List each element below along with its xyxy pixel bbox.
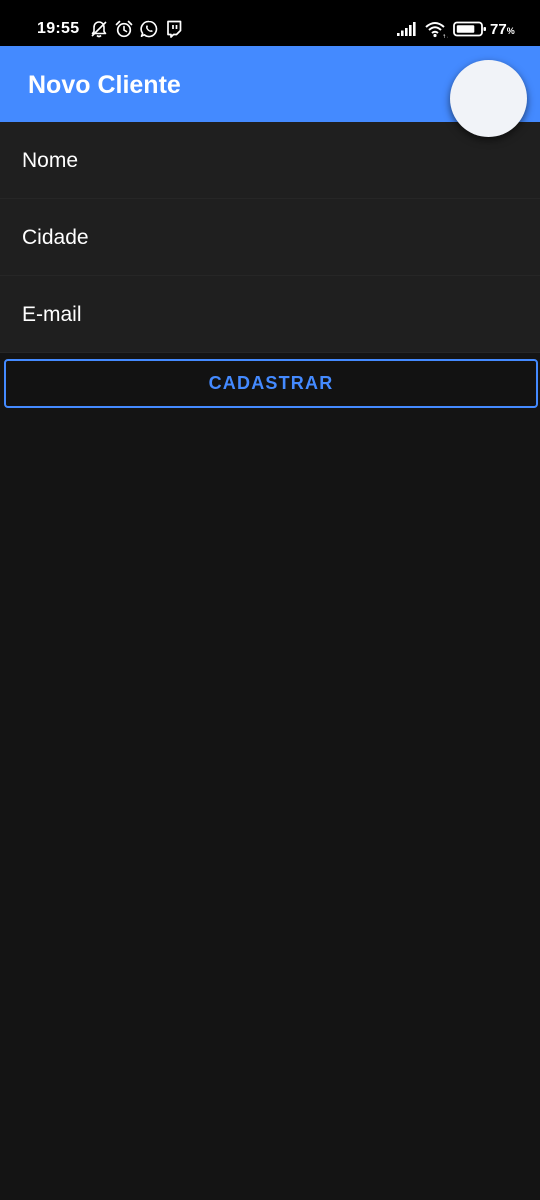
- twitch-icon: [167, 20, 182, 38]
- page-title: Novo Cliente: [28, 71, 181, 99]
- name-field[interactable]: Nome: [0, 122, 540, 199]
- status-time: 19:55: [37, 20, 80, 37]
- battery-percent-value: 77: [490, 21, 507, 38]
- alarm-icon: [115, 20, 133, 38]
- battery-percent: 77%: [490, 20, 515, 41]
- signal-icon: [397, 22, 416, 36]
- muted-alarm-icon: [91, 21, 107, 38]
- wifi-icon: ↑↓: [425, 22, 448, 39]
- register-button[interactable]: CADASTRAR: [4, 359, 538, 408]
- email-field[interactable]: E-mail: [0, 276, 540, 353]
- svg-text:↑↓: ↑↓: [442, 34, 448, 39]
- city-field[interactable]: Cidade: [0, 199, 540, 276]
- city-field-label: Cidade: [22, 226, 89, 249]
- status-bar: 19:55 ↑↓: [0, 0, 540, 46]
- name-field-label: Nome: [22, 149, 79, 172]
- email-field-label: E-mail: [22, 303, 82, 326]
- avatar[interactable]: [450, 60, 527, 137]
- battery-icon: [453, 21, 486, 37]
- whatsapp-icon: [140, 20, 158, 38]
- battery-percent-unit: %: [506, 26, 515, 36]
